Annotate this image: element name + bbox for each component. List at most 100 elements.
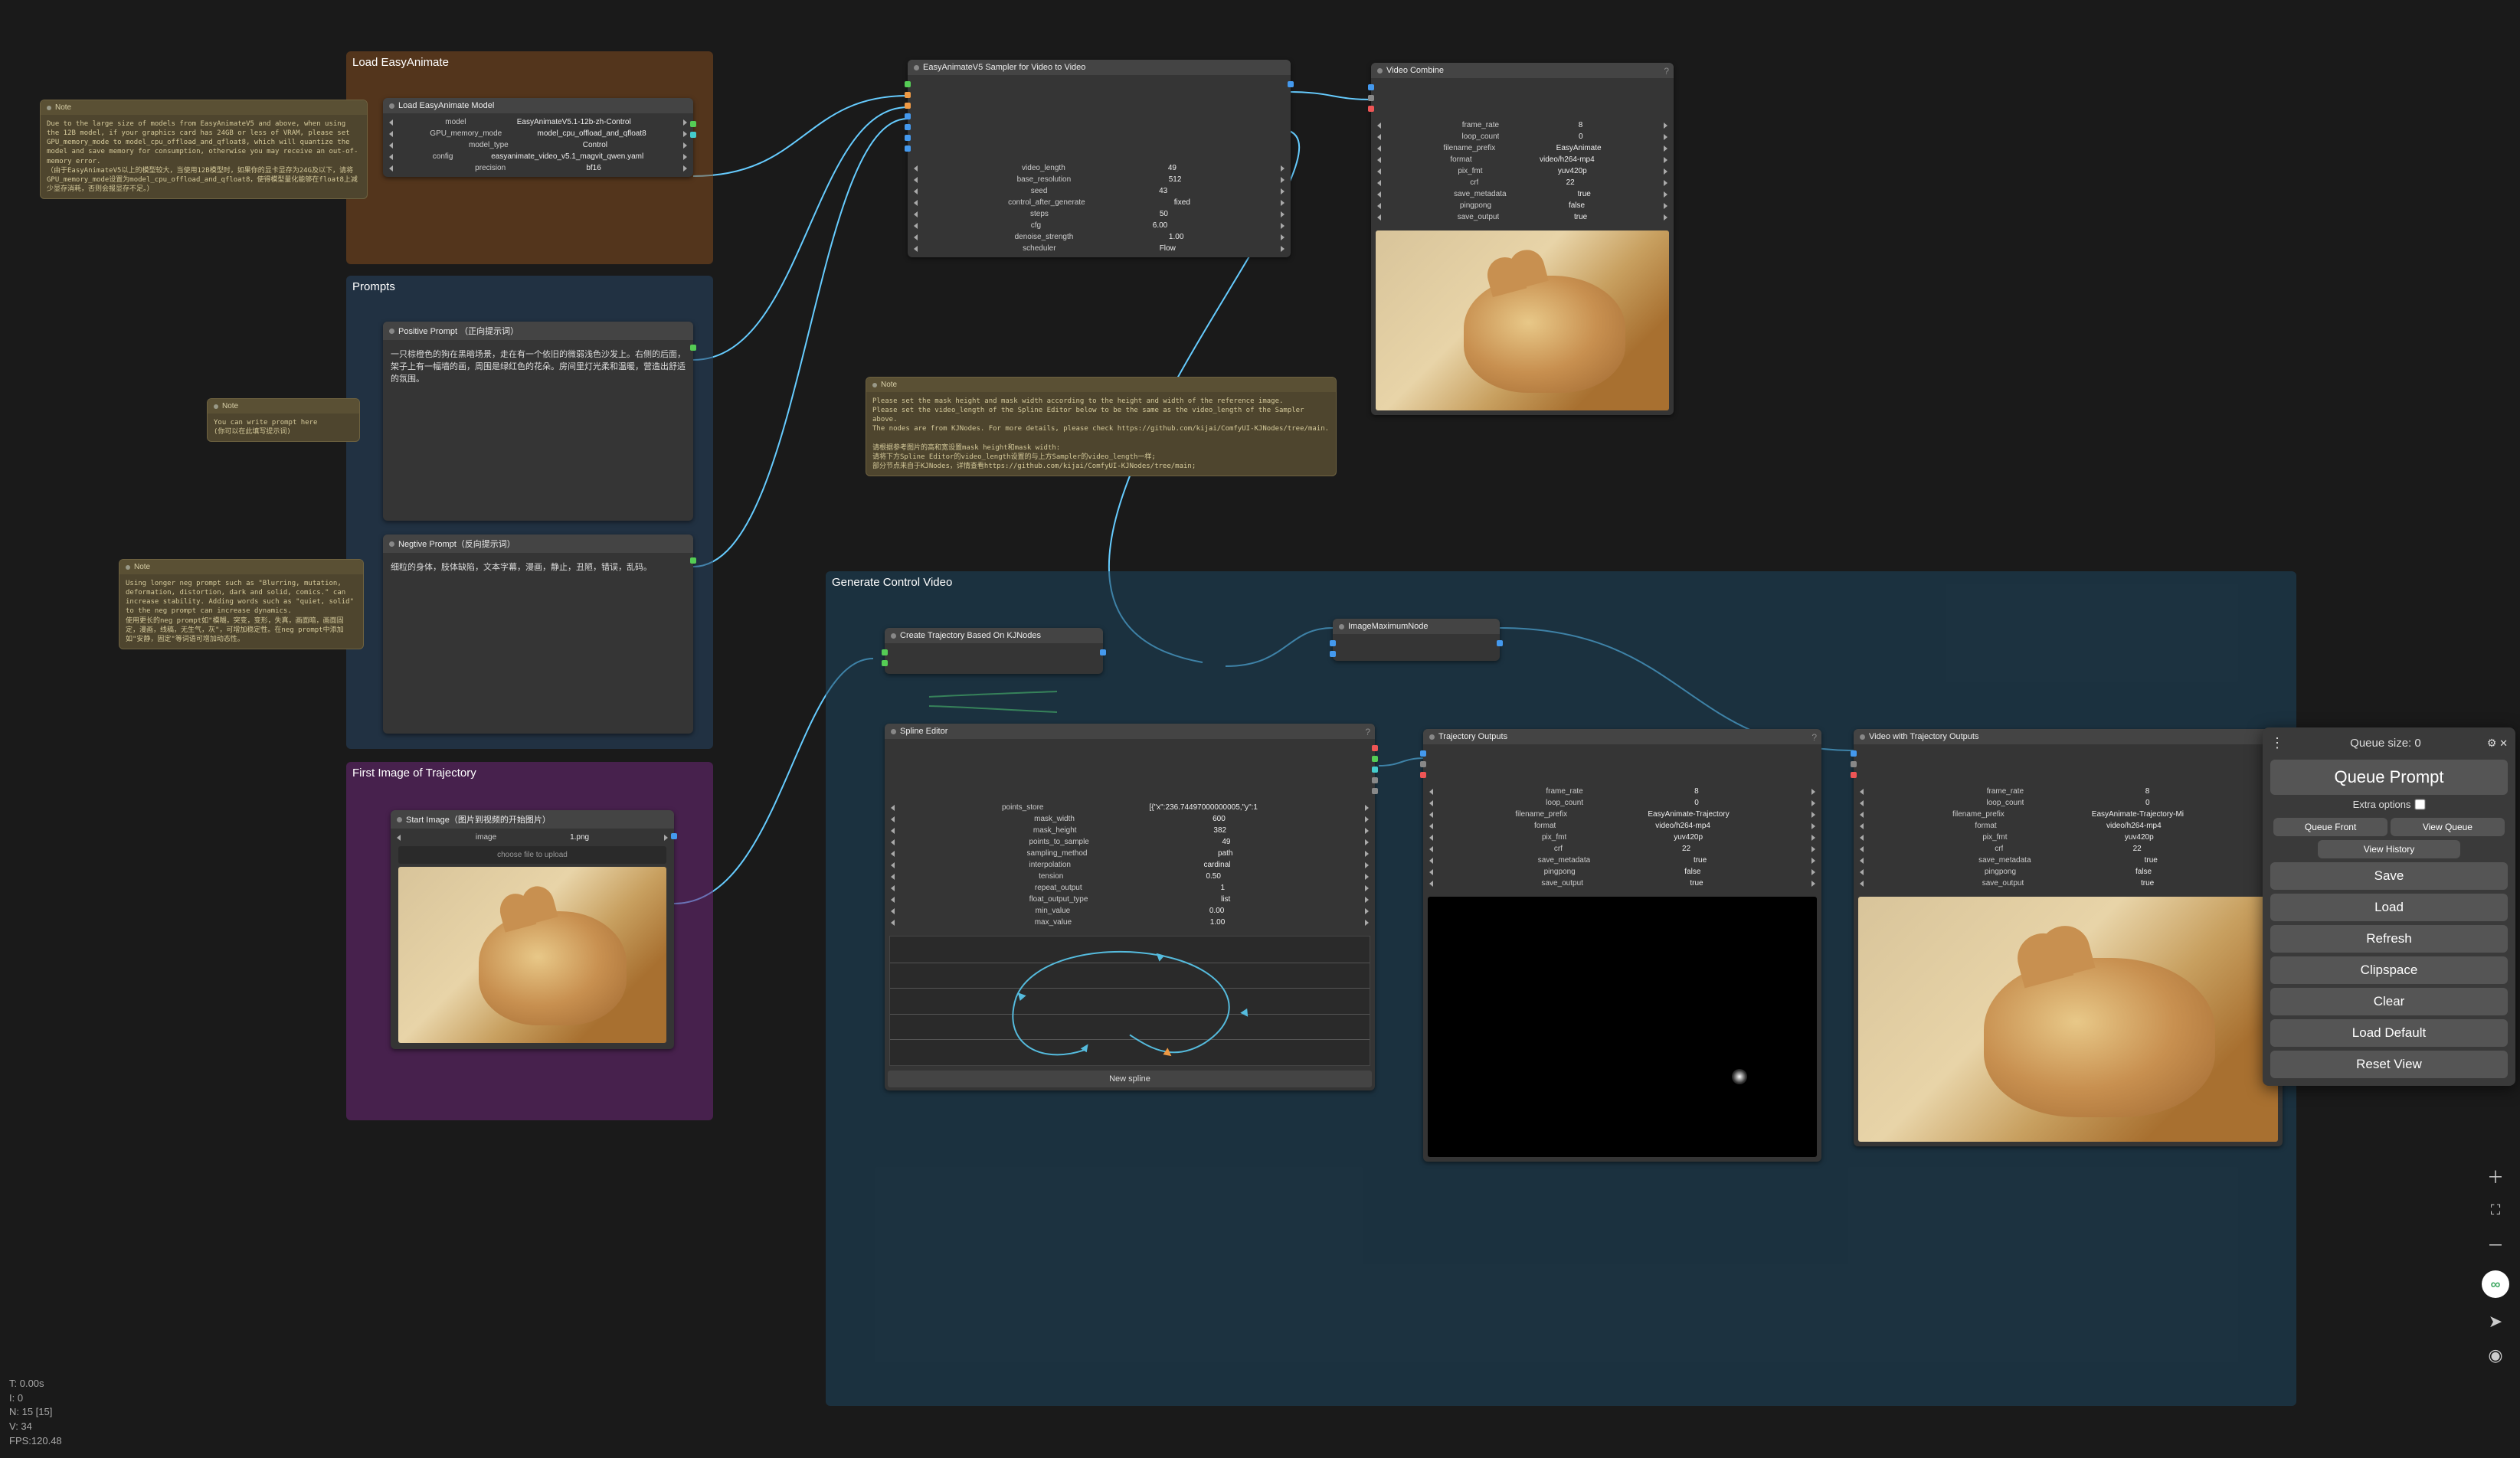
widget-row[interactable]: crf22 [1376, 177, 1669, 188]
widget-value[interactable]: true [2145, 856, 2158, 865]
widget-row[interactable]: repeat_output1 [889, 882, 1370, 894]
save-button[interactable]: Save [2270, 862, 2508, 890]
widget-row[interactable]: pingpongfalse [1428, 866, 1817, 878]
widget-row[interactable]: modelEasyAnimateV5.1-12b-zh-Control [388, 116, 689, 128]
widget-row[interactable]: configeasyanimate_video_v5.1_magvit_qwen… [388, 151, 689, 162]
widget-value[interactable]: 0 [1694, 799, 1699, 807]
node-load-easyanimate-model[interactable]: Load EasyAnimate Model modelEasyAnimateV… [383, 98, 693, 177]
widget-value[interactable]: easyanimate_video_v5.1_magvit_qwen.yaml [491, 152, 643, 161]
widget-row[interactable]: save_metadatatrue [1858, 855, 2278, 866]
widget-value[interactable]: 8 [2145, 787, 2150, 796]
widget-value[interactable]: false [2135, 868, 2152, 876]
widget-row[interactable]: cfg6.00 [912, 220, 1286, 231]
widget-row[interactable]: seed43 [912, 185, 1286, 197]
widget-row[interactable]: steps50 [912, 208, 1286, 220]
widget-row[interactable]: max_value1.00 [889, 917, 1370, 928]
widget-value[interactable]: EasyAnimate-Trajectory-Mi [2092, 810, 2184, 819]
widget-value[interactable]: true [1694, 856, 1707, 865]
widget-row[interactable]: GPU_memory_modemodel_cpu_offload_and_qfl… [388, 128, 689, 139]
menu-icon[interactable]: ⋮ [2270, 735, 2284, 751]
widget-row[interactable]: loop_count0 [1858, 797, 2278, 809]
widget-value[interactable]: 1 [1221, 884, 1226, 892]
widget-value[interactable]: EasyAnimate-Trajectory [1648, 810, 1729, 819]
widget-value[interactable]: 1.00 [1169, 233, 1183, 241]
spline-canvas[interactable] [889, 936, 1370, 1066]
help-icon[interactable]: ? [1365, 727, 1370, 737]
widget-row[interactable]: control_after_generatefixed [912, 197, 1286, 208]
widget-value[interactable]: fixed [1174, 198, 1190, 207]
send-icon[interactable]: ➤ [2489, 1312, 2502, 1332]
widget-row[interactable]: pingpongfalse [1858, 866, 2278, 878]
node-image-maximum[interactable]: ImageMaximumNode [1333, 619, 1500, 661]
widget-row[interactable]: tension0.50 [889, 871, 1370, 882]
widget-row[interactable]: save_outputtrue [1428, 878, 1817, 889]
widget-row[interactable]: interpolationcardinal [889, 859, 1370, 871]
widget-row[interactable]: points_to_sample49 [889, 836, 1370, 848]
widget-value[interactable]: 1.00 [1210, 918, 1225, 927]
view-queue-button[interactable]: View Queue [2391, 818, 2505, 836]
widget-value[interactable]: 6.00 [1153, 221, 1167, 230]
widget-value[interactable]: model_cpu_offload_and_qfloat8 [538, 129, 646, 138]
minus-icon[interactable]: － [2487, 1232, 2504, 1257]
widget-value[interactable]: true [1578, 190, 1591, 198]
widget-row[interactable]: save_metadatatrue [1428, 855, 1817, 866]
widget-row[interactable]: filename_prefixEasyAnimate [1376, 142, 1669, 154]
node-trajectory-outputs[interactable]: Trajectory Outputs ? frame_rate8loop_cou… [1423, 729, 1821, 1162]
widget-value[interactable]: 0 [1579, 132, 1583, 141]
widget-value[interactable]: 22 [1566, 178, 1575, 187]
widget-value[interactable]: 22 [2133, 845, 2142, 853]
node-sampler[interactable]: EasyAnimateV5 Sampler for Video to Video… [908, 60, 1291, 257]
widget-value[interactable]: path [1218, 849, 1232, 858]
widget-row[interactable]: save_metadatatrue [1376, 188, 1669, 200]
widget-value[interactable]: false [1569, 201, 1585, 210]
widget-value[interactable]: video/h264-mp4 [1540, 155, 1595, 164]
widget-value[interactable]: Control [583, 141, 607, 149]
node-canvas[interactable]: Load EasyAnimate Prompts First Image of … [0, 0, 2520, 1458]
help-icon[interactable]: ? [1811, 732, 1817, 743]
widget-value[interactable]: yuv420p [1674, 833, 1703, 842]
widget-row[interactable]: formatvideo/h264-mp4 [1428, 820, 1817, 832]
widget-value[interactable]: video/h264-mp4 [1655, 822, 1710, 830]
widget-value[interactable]: 0.50 [1206, 872, 1220, 881]
widget-row[interactable]: save_outputtrue [1858, 878, 2278, 889]
widget-value[interactable]: 8 [1579, 121, 1583, 129]
queue-front-button[interactable]: Queue Front [2273, 818, 2387, 836]
widget-value[interactable]: 382 [1213, 826, 1226, 835]
widget-row[interactable]: precisionbf16 [388, 162, 689, 174]
refresh-button[interactable]: Refresh [2270, 925, 2508, 953]
widget-row[interactable]: mask_height382 [889, 825, 1370, 836]
node-video-trajectory-outputs[interactable]: Video with Trajectory Outputs frame_rate… [1854, 729, 2283, 1146]
node-spline-editor[interactable]: Spline Editor ? points_store[{"x":236.74… [885, 724, 1375, 1090]
widget-value[interactable]: [{"x":236.74497000000005,"y":1 [1149, 803, 1258, 812]
widget-row[interactable]: filename_prefixEasyAnimate-Trajectory-Mi [1858, 809, 2278, 820]
clear-button[interactable]: Clear [2270, 988, 2508, 1015]
eye-icon[interactable]: ◉ [2488, 1345, 2502, 1365]
widget-row[interactable]: formatvideo/h264-mp4 [1858, 820, 2278, 832]
widget-value[interactable]: 43 [1159, 187, 1167, 195]
widget-row[interactable]: crf22 [1428, 843, 1817, 855]
link-icon[interactable]: ∞ [2482, 1270, 2509, 1298]
load-default-button[interactable]: Load Default [2270, 1019, 2508, 1047]
fullscreen-icon[interactable]: ⛶ [2491, 1202, 2501, 1218]
node-video-combine[interactable]: Video Combine ? frame_rate8loop_count0fi… [1371, 63, 1674, 415]
widget-row[interactable]: points_store[{"x":236.74497000000005,"y"… [889, 802, 1370, 813]
widget-row[interactable]: frame_rate8 [1858, 786, 2278, 797]
widget-value[interactable]: 49 [1168, 164, 1177, 172]
widget-row[interactable]: formatvideo/h264-mp4 [1376, 154, 1669, 165]
widget-value[interactable]: yuv420p [2125, 833, 2154, 842]
widget-value[interactable]: 8 [1694, 787, 1699, 796]
widget-value[interactable]: 49 [1222, 838, 1230, 846]
node-negative-prompt[interactable]: Negtive Prompt（反向提示词） 细粒的身体，肢体缺陷，文本字幕，漫画… [383, 534, 693, 734]
widget-value[interactable]: true [2141, 879, 2154, 888]
widget-row[interactable]: filename_prefixEasyAnimate-Trajectory [1428, 809, 1817, 820]
prompt-text[interactable]: 细粒的身体，肢体缺陷，文本字幕，漫画，静止，丑陋，错误，乱码。 [383, 553, 693, 580]
widget-value[interactable]: false [1684, 868, 1700, 876]
extra-options-checkbox[interactable] [2415, 799, 2426, 809]
node-positive-prompt[interactable]: Positive Prompt （正向提示词） 一只棕橙色的狗在黑暗场景，走在有… [383, 322, 693, 521]
close-icon[interactable]: ✕ [2499, 737, 2508, 749]
widget-row[interactable]: save_outputtrue [1376, 211, 1669, 223]
widget-row[interactable]: pingpongfalse [1376, 200, 1669, 211]
widget-row[interactable]: loop_count0 [1428, 797, 1817, 809]
new-spline-button[interactable]: New spline [888, 1071, 1372, 1087]
widget-value[interactable]: true [1690, 879, 1703, 888]
